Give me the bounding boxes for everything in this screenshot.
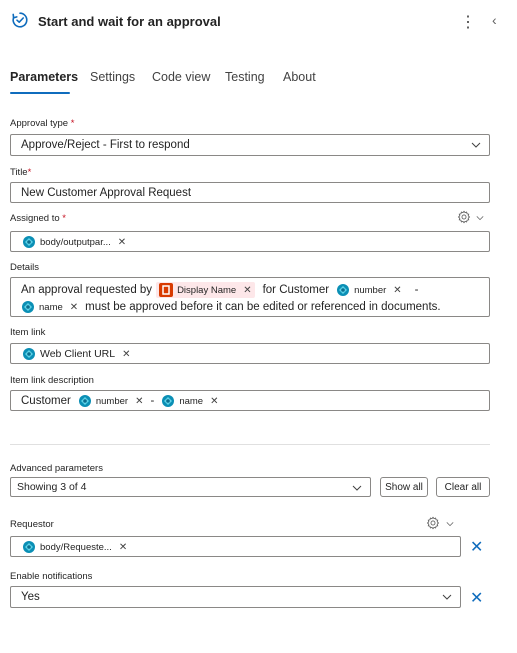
office-icon — [159, 283, 174, 297]
title-label: Title* — [10, 167, 32, 178]
approval-type-dropdown[interactable]: Approve/Reject - First to respond — [10, 134, 490, 156]
details-text: for Customer — [262, 284, 330, 296]
advanced-parameters-dropdown[interactable]: Showing 3 of 4 — [10, 477, 371, 497]
tab-testing[interactable]: Testing — [225, 70, 265, 84]
chevron-down-icon — [352, 485, 362, 491]
details-text: An approval requested by — [21, 284, 153, 296]
dataverse-icon — [23, 541, 35, 553]
advanced-parameters-value: Showing 3 of 4 — [17, 481, 87, 493]
chevron-down-icon — [471, 142, 481, 148]
dataverse-icon — [78, 395, 91, 407]
show-all-button[interactable]: Show all — [380, 477, 428, 497]
details-input[interactable]: An approval requested by Display Name ✕ … — [10, 277, 490, 317]
gear-icon[interactable] — [457, 210, 471, 224]
approval-refresh-icon — [12, 12, 28, 28]
token-label: name — [39, 301, 63, 313]
details-label: Details — [10, 262, 40, 273]
token-web-client-url[interactable]: Web Client URL ✕ — [19, 346, 133, 362]
page-title: Start and wait for an approval — [38, 14, 221, 29]
tab-parameters[interactable]: Parameters — [10, 70, 78, 84]
item-link-label: Item link — [10, 327, 46, 338]
dataverse-icon — [23, 236, 35, 248]
enable-notifications-label: Enable notifications — [10, 571, 93, 582]
remove-parameter-icon[interactable]: ✕ — [470, 537, 483, 557]
token-label: body/Requeste... — [40, 541, 112, 553]
token-label: name — [179, 395, 204, 407]
active-tab-indicator — [10, 92, 70, 94]
title-value: New Customer Approval Request — [21, 187, 192, 199]
item-link-description-input[interactable]: Customer number ✕ - name ✕ — [10, 390, 490, 411]
remove-token-icon[interactable]: ✕ — [118, 237, 126, 248]
item-link-input[interactable]: Web Client URL ✕ — [10, 343, 490, 364]
requestor-label: Requestor — [10, 519, 54, 530]
item-link-description-text: Customer — [21, 395, 71, 407]
token-number[interactable]: number ✕ — [333, 282, 405, 298]
token-display-name[interactable]: Display Name ✕ — [156, 282, 255, 298]
dataverse-icon — [22, 301, 34, 313]
details-text: - — [414, 284, 419, 296]
remove-token-icon[interactable]: ✕ — [122, 349, 130, 360]
dataverse-icon — [23, 348, 35, 360]
title-input[interactable]: New Customer Approval Request — [10, 182, 490, 203]
token-assigned-to[interactable]: body/outputpar... ✕ — [19, 234, 129, 250]
remove-token-icon[interactable]: ✕ — [70, 302, 78, 313]
remove-token-icon[interactable]: ✕ — [210, 396, 218, 407]
clear-all-button[interactable]: Clear all — [436, 477, 490, 497]
chevron-down-icon — [442, 594, 452, 600]
token-requestor[interactable]: body/Requeste... ✕ — [19, 539, 130, 555]
details-text: must be approved before it can be edited… — [85, 301, 441, 313]
dataverse-icon — [162, 395, 175, 407]
token-label: Web Client URL — [40, 348, 116, 360]
item-link-description-label: Item link description — [10, 375, 94, 386]
enable-notifications-dropdown[interactable]: Yes — [10, 586, 461, 608]
more-options-icon[interactable]: ⋮ — [460, 12, 476, 32]
remove-parameter-icon[interactable]: ✕ — [470, 588, 483, 608]
token-name[interactable]: name ✕ — [158, 393, 221, 409]
chevron-down-icon[interactable] — [476, 214, 484, 222]
remove-token-icon[interactable]: ✕ — [135, 396, 143, 407]
collapse-panel-icon[interactable]: ‹ — [492, 12, 497, 28]
dataverse-icon — [337, 284, 350, 296]
token-label: body/outputpar... — [40, 236, 111, 248]
token-name[interactable]: name ✕ — [21, 299, 81, 315]
section-divider — [10, 444, 490, 445]
enable-notifications-value: Yes — [21, 591, 40, 603]
remove-token-icon[interactable]: ✕ — [243, 285, 251, 296]
token-label: number — [95, 395, 129, 407]
tab-code-view[interactable]: Code view — [152, 70, 210, 84]
remove-token-icon[interactable]: ✕ — [393, 285, 401, 296]
approval-type-value: Approve/Reject - First to respond — [21, 139, 190, 151]
approval-type-label: Approval type * — [10, 118, 75, 129]
advanced-parameters-label: Advanced parameters — [10, 463, 103, 474]
token-label: Display Name — [177, 284, 237, 296]
gear-icon[interactable] — [426, 516, 440, 530]
token-label: number — [354, 284, 387, 296]
assigned-to-input[interactable]: body/outputpar... ✕ — [10, 231, 490, 252]
tab-settings[interactable]: Settings — [90, 70, 135, 84]
assigned-to-label: Assigned to * — [10, 213, 66, 224]
tab-about[interactable]: About — [283, 70, 316, 84]
item-link-description-text: - — [150, 395, 155, 407]
token-number[interactable]: number ✕ — [75, 393, 147, 409]
remove-token-icon[interactable]: ✕ — [119, 542, 127, 553]
requestor-input[interactable]: body/Requeste... ✕ — [10, 536, 461, 557]
chevron-down-icon[interactable] — [446, 520, 454, 528]
